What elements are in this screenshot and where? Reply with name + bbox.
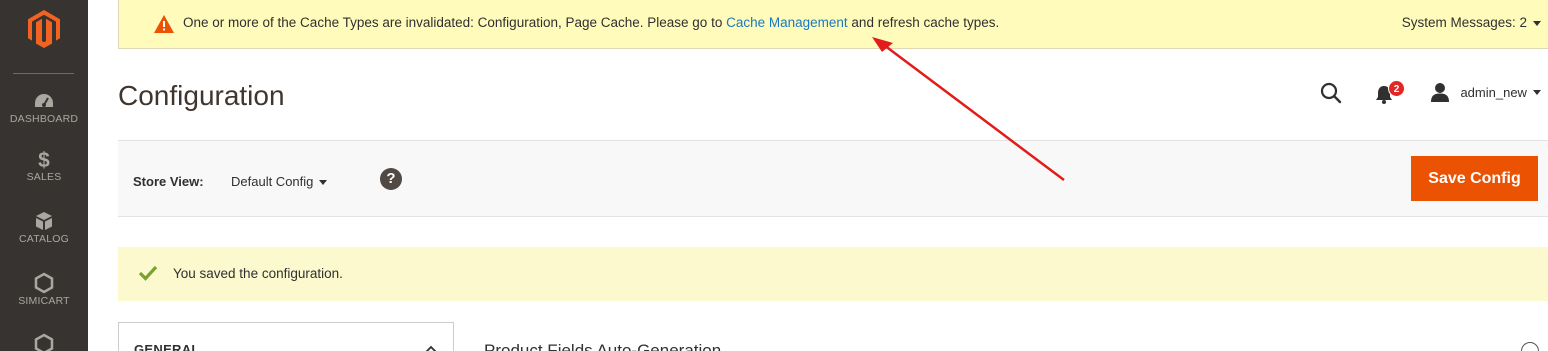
sidebar-item-sales[interactable]: $ SALES [0, 148, 88, 183]
cache-management-link[interactable]: Cache Management [726, 15, 848, 30]
system-messages-toggle[interactable]: System Messages: 2 [1402, 15, 1541, 30]
sidebar-item-label: CATALOG [18, 233, 70, 245]
notifications-button[interactable]: 2 [1374, 80, 1405, 104]
store-view-toolbar: Store View: Default Config ? Save Config [118, 140, 1548, 217]
system-message-suffix: and refresh cache types. [847, 15, 1000, 30]
section-toggle[interactable] [1521, 342, 1539, 351]
success-message: You saved the configuration. [118, 247, 1548, 301]
page-title: Configuration [118, 80, 285, 111]
dollar-icon: $ [38, 149, 50, 170]
svg-text:$: $ [38, 149, 50, 170]
sidebar-item-catalog[interactable]: CATALOG [0, 210, 88, 245]
success-message-text: You saved the configuration. [173, 266, 343, 281]
chevron-up-icon [425, 345, 437, 351]
tab-group-title: GENERAL [134, 342, 200, 351]
user-menu[interactable]: admin_new [1430, 82, 1541, 102]
user-icon [1431, 83, 1449, 102]
sidebar-item-label: SALES [26, 171, 62, 183]
config-tab-general[interactable]: GENERAL [118, 322, 454, 351]
box-icon [36, 212, 52, 230]
dashboard-icon [35, 94, 53, 107]
sidebar-item-dashboard[interactable]: DASHBOARD [0, 90, 88, 125]
chevron-down-icon [319, 180, 328, 186]
checkmark-icon [138, 265, 158, 281]
hexagon-icon [34, 272, 54, 294]
sidebar-item-label: DASHBOARD [9, 113, 79, 125]
store-view-value: Default Config [231, 174, 314, 189]
admin-sidebar: DASHBOARD $ SALES CATALOG SIMICART [0, 0, 88, 351]
user-name: admin_new [1460, 84, 1527, 100]
save-config-button[interactable]: Save Config [1411, 156, 1538, 201]
system-message-prefix: One or more of the Cache Types are inval… [183, 15, 727, 30]
section-title: Product Fields Auto-Generation [484, 341, 722, 351]
system-message-text: One or more of the Cache Types are inval… [183, 15, 999, 30]
magento-logo[interactable] [28, 10, 60, 48]
search-icon[interactable] [1320, 82, 1342, 104]
warning-icon [154, 15, 174, 33]
chevron-down-icon [1533, 20, 1541, 26]
store-view-label: Store View: [133, 174, 204, 189]
sidebar-item-extra[interactable] [0, 333, 88, 351]
chevron-down-icon [1532, 89, 1541, 95]
notification-count-badge: 2 [1388, 80, 1405, 97]
sidebar-item-label: SIMICART [18, 295, 70, 307]
help-icon[interactable]: ? [380, 168, 402, 190]
system-messages-count: System Messages: 2 [1401, 15, 1527, 30]
hexagon-icon [34, 333, 54, 351]
system-message-bar: One or more of the Cache Types are inval… [118, 0, 1548, 49]
sidebar-item-simicart[interactable]: SIMICART [0, 272, 88, 307]
sidebar-divider [13, 73, 74, 74]
store-view-switcher[interactable]: Default Config [231, 174, 328, 189]
